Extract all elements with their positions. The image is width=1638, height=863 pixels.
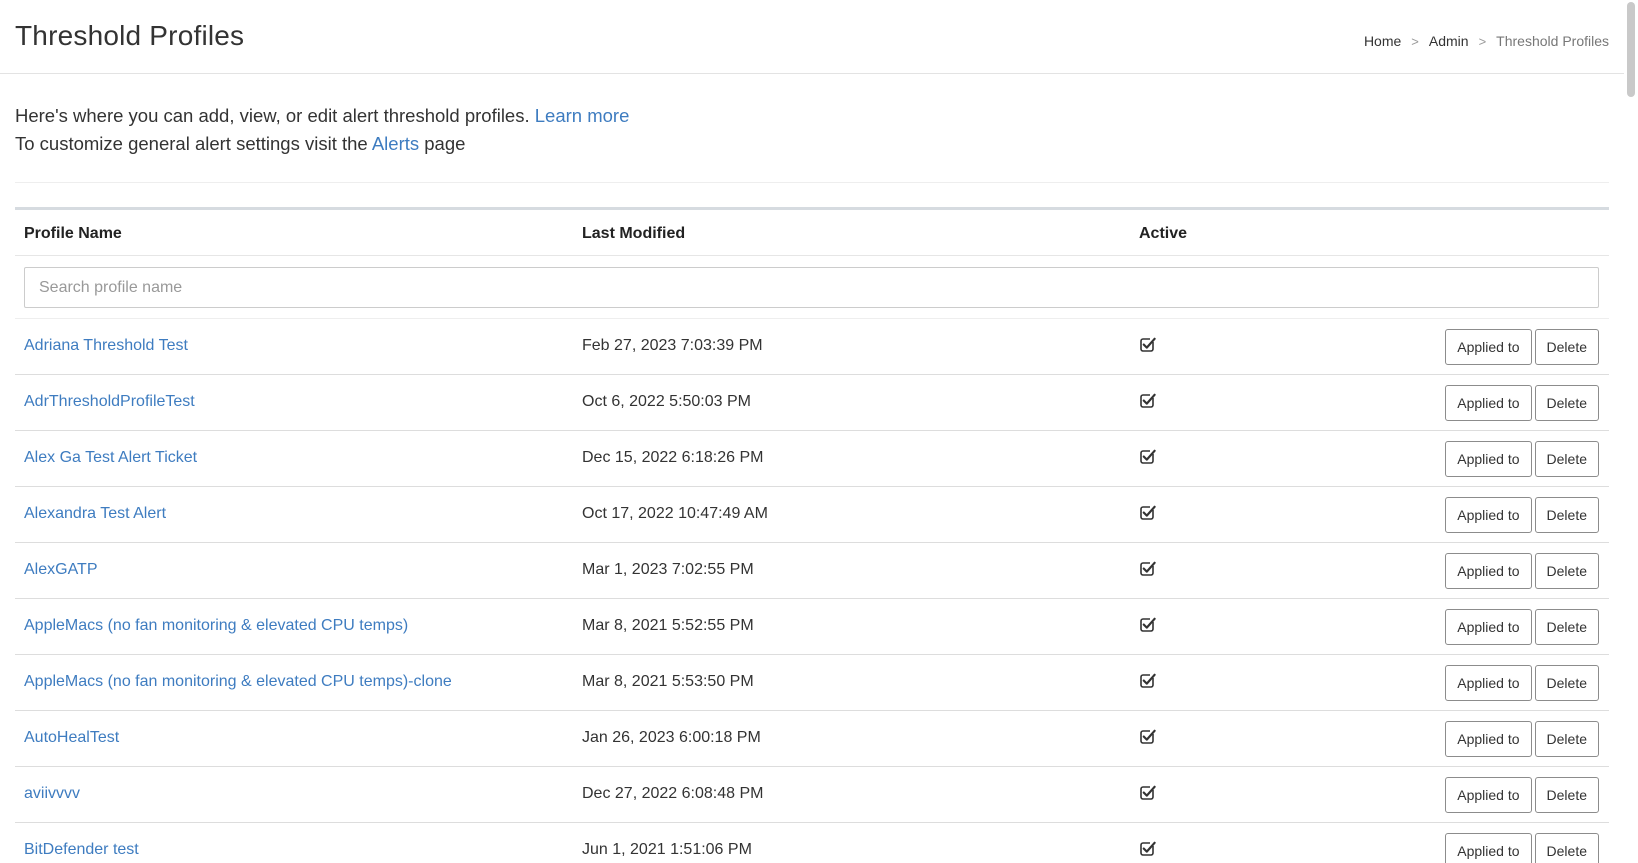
intro-line-2: To customize general alert settings visi… [15,130,1609,158]
search-row [15,256,1609,319]
applied-to-button[interactable]: Applied to [1445,777,1532,813]
applied-to-button[interactable]: Applied to [1445,665,1532,701]
last-modified-value: Jan 26, 2023 6:00:18 PM [582,729,761,746]
profile-name-link[interactable]: AutoHealTest [24,729,119,747]
checked-checkbox-icon [1140,673,1156,688]
last-modified-value: Dec 15, 2022 6:18:26 PM [582,449,764,466]
breadcrumb: Home > Admin > Threshold Profiles [1364,33,1609,49]
breadcrumb-home-link[interactable]: Home [1364,33,1401,49]
scrollbar[interactable] [1624,0,1638,863]
table-header: Profile Name Last Modified Active [15,210,1609,256]
row-actions: Applied to Delete [1445,777,1599,813]
intro-line-1-text: Here's where you can add, view, or edit … [15,105,530,126]
applied-to-button[interactable]: Applied to [1445,497,1532,533]
column-header-last-modified: Last Modified [582,225,686,242]
last-modified-value: Mar 1, 2023 7:02:55 PM [582,561,754,578]
profile-name-link[interactable]: AppleMacs (no fan monitoring & elevated … [24,617,408,635]
breadcrumb-separator: > [1478,33,1487,49]
row-actions: Applied to Delete [1445,553,1599,589]
checked-checkbox-icon [1140,785,1156,800]
delete-button[interactable]: Delete [1534,329,1599,365]
delete-button[interactable]: Delete [1534,553,1599,589]
delete-button[interactable]: Delete [1534,441,1599,477]
page-header: Threshold Profiles Home > Admin > Thresh… [0,0,1624,74]
table-row: aviivvvv Dec 27, 2022 6:08:48 PM Applied t… [15,767,1609,823]
table-row: AppleMacs (no fan monitoring & elevated … [15,599,1609,655]
divider [15,182,1609,183]
row-actions: Applied to Delete [1445,385,1599,421]
profile-name-link[interactable]: Alex Ga Test Alert Ticket [24,449,197,467]
last-modified-value: Mar 8, 2021 5:53:50 PM [582,673,754,690]
delete-button[interactable]: Delete [1534,721,1599,757]
intro-line-2-before: To customize general alert settings visi… [15,133,368,154]
row-actions: Applied to Delete [1445,329,1599,365]
applied-to-button[interactable]: Applied to [1445,553,1532,589]
row-actions: Applied to Delete [1445,441,1599,477]
last-modified-value: Feb 27, 2023 7:03:39 PM [582,337,763,354]
delete-button[interactable]: Delete [1534,665,1599,701]
profile-name-link[interactable]: AdrThresholdProfileTest [24,393,195,411]
table-row: AdrThresholdProfileTest Oct 6, 2022 5:50:… [15,375,1609,431]
delete-button[interactable]: Delete [1534,833,1599,863]
delete-button[interactable]: Delete [1534,777,1599,813]
last-modified-value: Dec 27, 2022 6:08:48 PM [582,785,764,802]
applied-to-button[interactable]: Applied to [1445,329,1532,365]
alerts-link[interactable]: Alerts [372,133,419,154]
intro-text: Here's where you can add, view, or edit … [15,102,1609,158]
table-row: Alex Ga Test Alert Ticket Dec 15, 2022 6:… [15,431,1609,487]
breadcrumb-admin-link[interactable]: Admin [1429,33,1469,49]
row-actions: Applied to Delete [1445,833,1599,863]
profile-name-link[interactable]: Adriana Threshold Test [24,337,188,355]
delete-button[interactable]: Delete [1534,385,1599,421]
table-body: Adriana Threshold Test Feb 27, 2023 7:03:… [15,319,1609,863]
table-row: AppleMacs (no fan monitoring & elevated … [15,655,1609,711]
table-row: AlexGATP Mar 1, 2023 7:02:55 PM Applied to… [15,543,1609,599]
breadcrumb-separator: > [1411,33,1419,49]
checked-checkbox-icon [1140,449,1156,464]
applied-to-button[interactable]: Applied to [1445,833,1532,863]
search-profile-input[interactable] [24,267,1599,308]
intro-line-1: Here's where you can add, view, or edit … [15,102,1609,130]
checked-checkbox-icon [1140,505,1156,520]
checked-checkbox-icon [1140,561,1156,576]
applied-to-button[interactable]: Applied to [1445,721,1532,757]
checked-checkbox-icon [1140,393,1156,408]
checked-checkbox-icon [1140,841,1156,856]
learn-more-link[interactable]: Learn more [535,105,630,126]
row-actions: Applied to Delete [1445,609,1599,645]
table-row: Adriana Threshold Test Feb 27, 2023 7:03:… [15,319,1609,375]
row-actions: Applied to Delete [1445,721,1599,757]
row-actions: Applied to Delete [1445,665,1599,701]
breadcrumb-current: Threshold Profiles [1496,33,1609,49]
intro-line-2-after: page [424,133,466,154]
checked-checkbox-icon [1140,729,1156,744]
profile-name-link[interactable]: AlexGATP [24,561,98,579]
applied-to-button[interactable]: Applied to [1445,385,1532,421]
page: Threshold Profiles Home > Admin > Thresh… [0,0,1638,863]
row-actions: Applied to Delete [1445,497,1599,533]
profile-name-link[interactable]: Alexandra Test Alert [24,505,166,523]
last-modified-value: Oct 17, 2022 10:47:49 AM [582,505,768,522]
delete-button[interactable]: Delete [1534,497,1599,533]
column-header-profile-name: Profile Name [24,225,122,242]
checked-checkbox-icon [1140,337,1156,352]
table-row: BitDefender test Jun 1, 2021 1:51:06 PM Ap… [15,823,1609,863]
applied-to-button[interactable]: Applied to [1445,441,1532,477]
profiles-table: Profile Name Last Modified Active Adrian… [15,207,1609,863]
applied-to-button[interactable]: Applied to [1445,609,1532,645]
table-row: AutoHealTest Jan 26, 2023 6:00:18 PM Appli… [15,711,1609,767]
profile-name-link[interactable]: AppleMacs (no fan monitoring & elevated … [24,673,452,691]
checked-checkbox-icon [1140,617,1156,632]
page-title: Threshold Profiles [15,20,245,51]
profile-name-link[interactable]: aviivvvv [24,785,80,803]
column-header-active: Active [1139,225,1188,242]
last-modified-value: Oct 6, 2022 5:50:03 PM [582,393,751,410]
profile-name-link[interactable]: BitDefender test [24,841,139,859]
table-row: Alexandra Test Alert Oct 17, 2022 10:47:4… [15,487,1609,543]
scrollbar-thumb[interactable] [1627,2,1635,97]
delete-button[interactable]: Delete [1534,609,1599,645]
last-modified-value: Mar 8, 2021 5:52:55 PM [582,617,754,634]
last-modified-value: Jun 1, 2021 1:51:06 PM [582,841,752,858]
